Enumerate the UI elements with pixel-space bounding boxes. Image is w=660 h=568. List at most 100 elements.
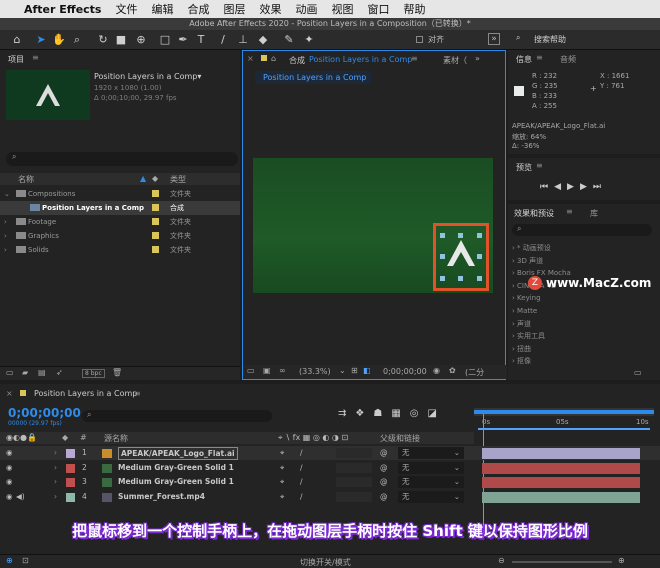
chevron-down-icon[interactable]: ⌄: [339, 366, 346, 375]
effect-category[interactable]: › Keying: [512, 292, 652, 304]
mask-icon[interactable]: ◧: [363, 366, 371, 375]
frame-blend-icon[interactable]: ▦: [391, 408, 409, 419]
chevron-right-icon[interactable]: ›: [4, 215, 7, 229]
clone-stamp-icon[interactable]: ⊥: [236, 33, 250, 47]
col-type[interactable]: 类型: [170, 174, 186, 185]
label-swatch[interactable]: [152, 246, 159, 253]
panel-menu-icon[interactable]: ≡: [536, 53, 543, 62]
rotate-icon[interactable]: ↻: [96, 33, 110, 47]
play-icon[interactable]: ▶: [567, 182, 580, 192]
effect-category[interactable]: › 抠像: [512, 355, 652, 367]
new-preset-icon[interactable]: ▭: [634, 368, 642, 377]
roto-brush-icon[interactable]: ✎: [282, 33, 296, 47]
rectangle-icon[interactable]: □: [158, 33, 172, 47]
hand-icon[interactable]: ✋: [52, 33, 66, 47]
anchor-icon[interactable]: ⌖: [280, 446, 284, 460]
pickwhip-icon[interactable]: @: [380, 446, 388, 460]
time-navigator[interactable]: [474, 408, 654, 416]
sort-icon[interactable]: ▲: [140, 174, 146, 183]
pickwhip-icon[interactable]: @: [380, 475, 388, 489]
audio-icon[interactable]: ◀): [16, 490, 25, 504]
anchor-icon[interactable]: ⌖: [280, 461, 284, 475]
menu-window[interactable]: 窗口: [367, 1, 389, 17]
app-menu[interactable]: After Effects: [24, 3, 101, 16]
shy-icon[interactable]: ☗: [373, 408, 391, 419]
layer-duration-bar[interactable]: [482, 491, 640, 503]
effect-category[interactable]: › 3D 声道: [512, 255, 652, 267]
menu-comp[interactable]: 合成: [187, 1, 209, 17]
chevron-right-icon[interactable]: ⌄: [4, 187, 10, 201]
eye-icon[interactable]: ◉: [6, 446, 13, 460]
chevron-right-icon[interactable]: ›: [54, 475, 57, 489]
project-row[interactable]: Position Layers in a Comp 合成: [0, 201, 240, 215]
chevron-right-icon[interactable]: ›: [4, 229, 7, 243]
type-icon[interactable]: T: [194, 33, 208, 47]
zoom-select[interactable]: (33.3%): [299, 367, 331, 376]
grid-icon[interactable]: ⊞: [351, 366, 358, 375]
prev-frame-icon[interactable]: ◀: [554, 182, 567, 192]
graph-editor-icon[interactable]: ◪: [428, 408, 446, 419]
audio-tab[interactable]: 音频: [560, 54, 576, 65]
anchor-icon[interactable]: ⌖: [280, 490, 284, 504]
label-swatch[interactable]: [66, 478, 75, 487]
effect-category[interactable]: › * 动画预设: [512, 242, 652, 254]
bpc-button[interactable]: 8 bpc: [82, 369, 105, 378]
chevron-right-icon[interactable]: ›: [54, 490, 57, 504]
nudge-icon[interactable]: ⇉: [338, 408, 355, 419]
quality-icon[interactable]: ∕: [300, 475, 303, 489]
eye-icon[interactable]: ◉: [6, 490, 13, 504]
panel-menu-icon[interactable]: ≡: [566, 207, 573, 216]
chevron-right-icon[interactable]: ›: [54, 461, 57, 475]
effect-category[interactable]: › Matte: [512, 305, 652, 317]
search-icon[interactable]: ⌕: [516, 33, 520, 43]
home-icon[interactable]: ⌂: [10, 33, 24, 47]
motion-blur-icon[interactable]: ◎: [410, 408, 428, 419]
pen-icon[interactable]: ✒: [176, 33, 190, 47]
layer-name[interactable]: Medium Gray-Green Solid 1: [118, 475, 234, 489]
eye-icon[interactable]: ◉: [6, 461, 13, 475]
parent-select[interactable]: 无 ⌄: [398, 447, 464, 459]
interpret-icon[interactable]: ▭: [6, 368, 14, 377]
menu-layer[interactable]: 图层: [223, 1, 245, 17]
menu-file[interactable]: 文件: [115, 1, 137, 17]
last-frame-icon[interactable]: ⏭: [593, 182, 607, 192]
label-swatch[interactable]: [152, 204, 159, 211]
switch-boxes[interactable]: [336, 462, 372, 473]
layer-duration-bar[interactable]: [482, 448, 640, 459]
first-frame-icon[interactable]: ⏮: [540, 182, 554, 192]
comp-breadcrumb[interactable]: Position Layers in a Comp: [255, 71, 371, 84]
panel-menu-icon[interactable]: ≡: [134, 389, 141, 398]
selection-arrow-icon[interactable]: ➤: [34, 33, 48, 47]
anchor-icon[interactable]: ⌖: [280, 475, 284, 489]
pan-behind-icon[interactable]: ⊕: [134, 33, 148, 47]
parent-select[interactable]: 无 ⌄: [398, 461, 464, 474]
library-tab[interactable]: 库: [590, 208, 598, 219]
layer-duration-bar[interactable]: [482, 462, 640, 474]
switch-boxes[interactable]: [336, 477, 372, 487]
switch-boxes[interactable]: [336, 491, 372, 502]
layer-name[interactable]: Medium Gray-Green Solid 1: [118, 461, 234, 475]
comp-name[interactable]: Position Layers in a Comp▾: [94, 72, 201, 81]
zoom-slider[interactable]: [512, 561, 612, 563]
vr-icon[interactable]: ∞: [279, 366, 286, 375]
menu-edit[interactable]: 编辑: [151, 1, 173, 17]
project-row[interactable]: › Graphics 文件夹: [0, 229, 240, 243]
col-source[interactable]: 源名称: [104, 433, 128, 444]
new-folder-icon[interactable]: ▰: [22, 368, 28, 377]
channel-icon[interactable]: ✿: [449, 366, 456, 375]
trash-icon[interactable]: 🗑: [112, 368, 122, 377]
next-frame-icon[interactable]: ▶: [580, 182, 593, 192]
menu-animation[interactable]: 动画: [295, 1, 317, 17]
parent-select[interactable]: 无 ⌄: [398, 476, 464, 488]
label-swatch[interactable]: [66, 449, 75, 458]
align-checkbox[interactable]: [416, 36, 423, 43]
panel-menu-icon[interactable]: ≡: [536, 161, 543, 170]
comp-flow-icon[interactable]: ⊕: [6, 556, 13, 565]
effects-search-input[interactable]: ⌕: [512, 224, 652, 236]
zoom-in-icon[interactable]: ⊕: [618, 556, 625, 565]
chevron-right-icon[interactable]: ›: [54, 446, 57, 460]
eraser-icon[interactable]: ◆: [256, 33, 270, 47]
close-icon[interactable]: ×: [6, 389, 13, 398]
puppet-pin-icon[interactable]: ✦: [302, 33, 316, 47]
camera-snapshot-icon[interactable]: ◉: [433, 366, 440, 375]
